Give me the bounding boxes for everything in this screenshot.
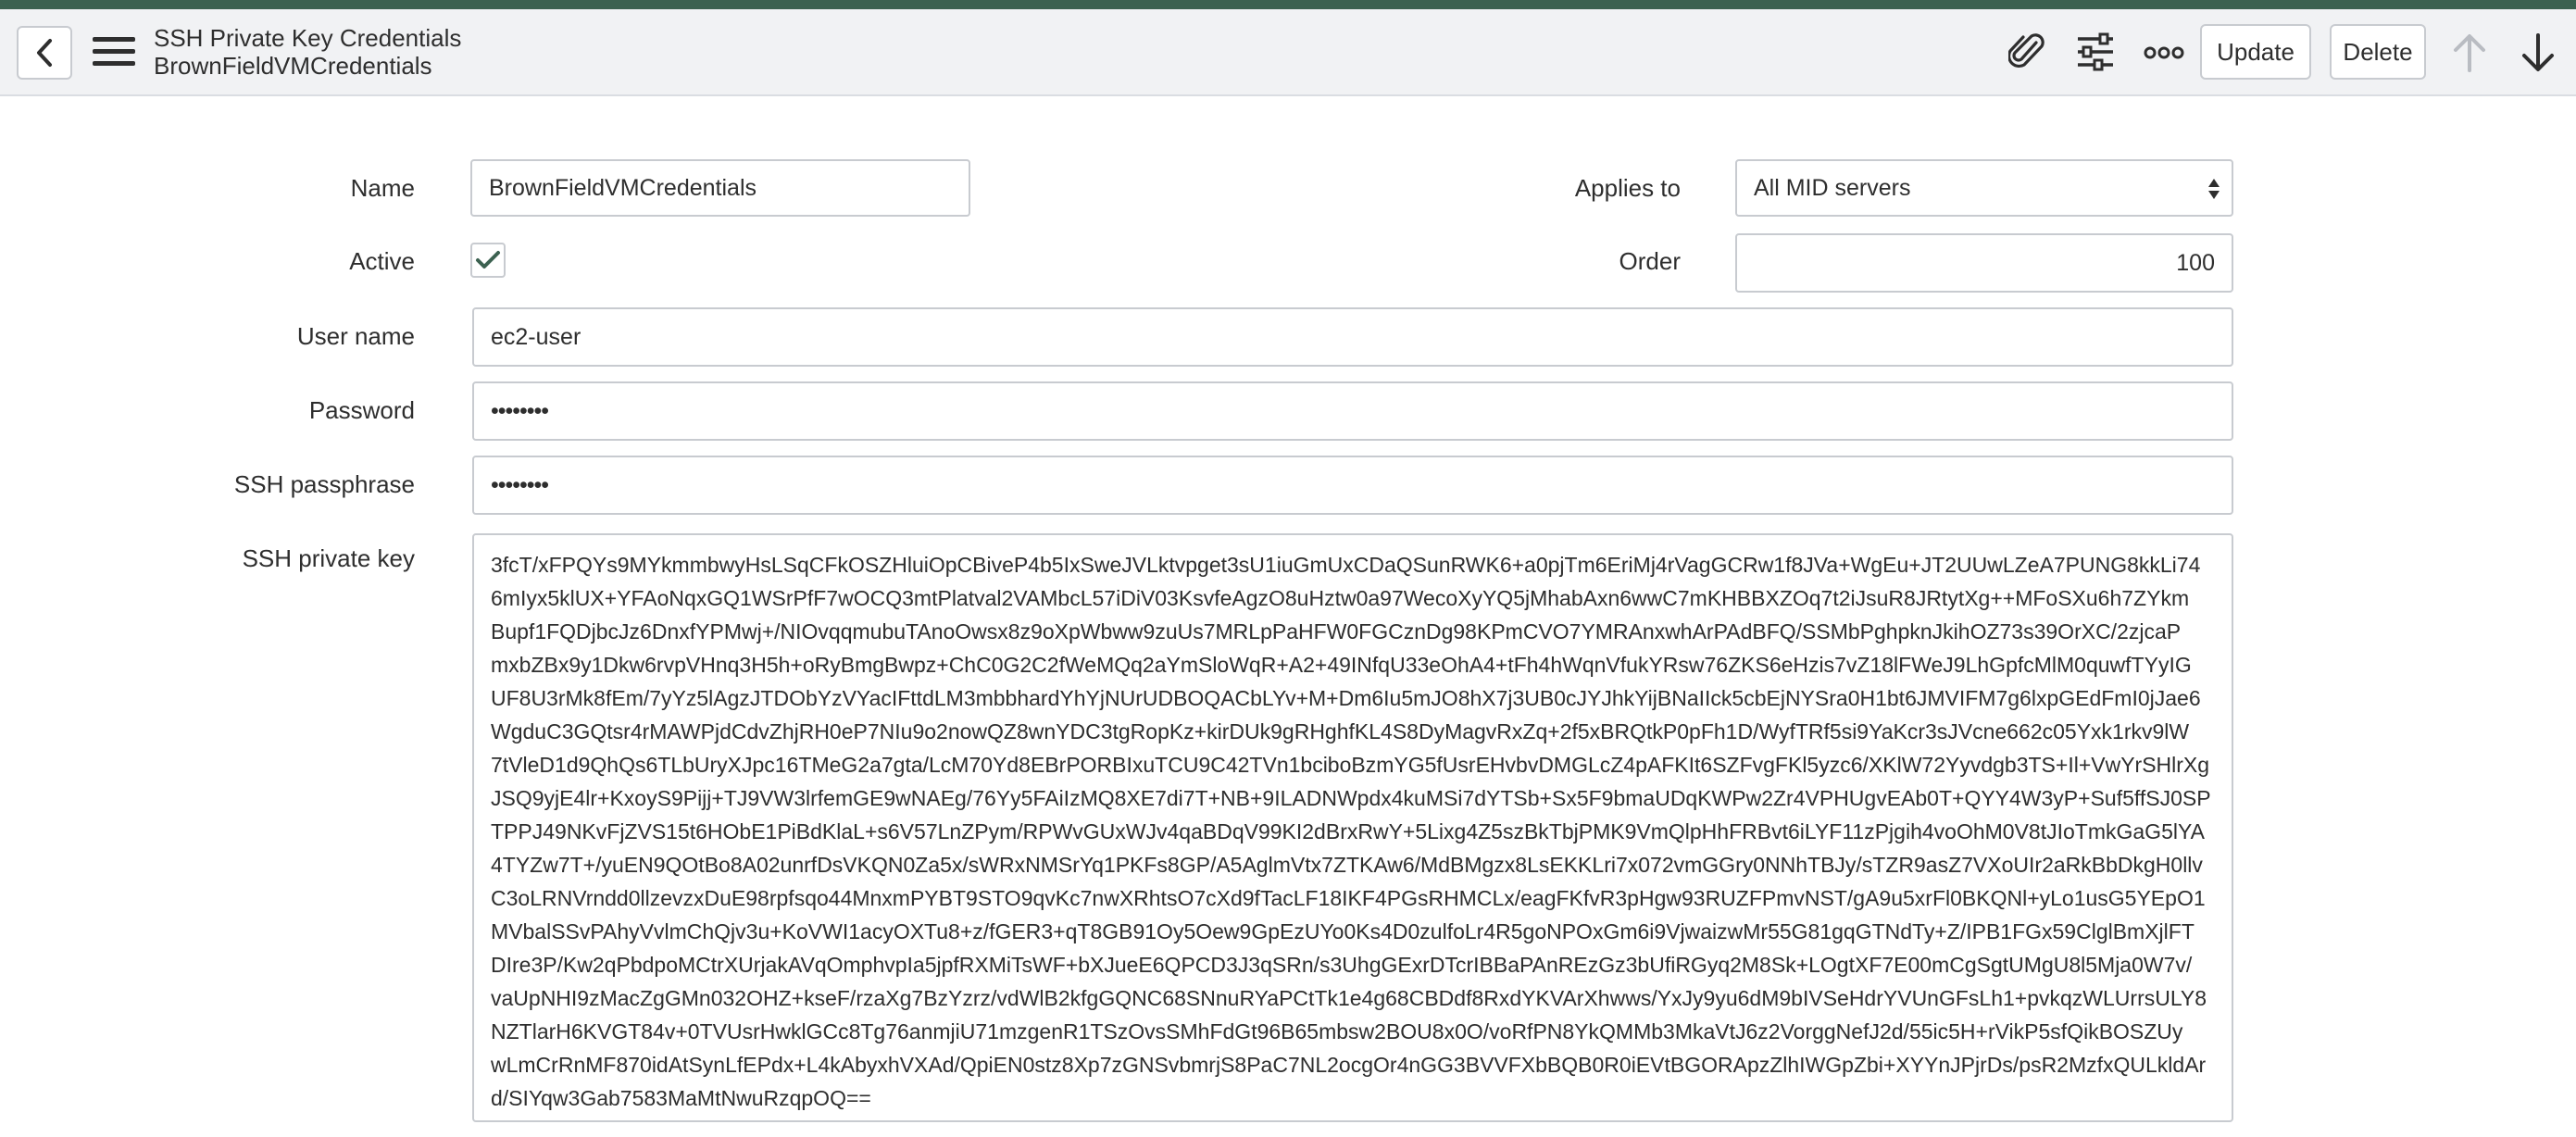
user-name-label: User name <box>296 322 415 350</box>
order-field[interactable]: 100 <box>1735 233 2233 293</box>
ssh-private-key-line: 7tVleD1d9QhQs6TLbUryXJpc16TMeG2a7gta/LcM… <box>491 753 2210 777</box>
applies-to-select[interactable]: All MID servers <box>1735 159 2233 217</box>
ssh-private-key-line: d/SIYqw3Gab7583MaMtNwuRzqpOQ== <box>491 1086 871 1110</box>
ssh-private-key-line: WgduC3GQtsr4rMAWPjdCdvZhjRH0eP7NIu9o2now… <box>491 719 2190 743</box>
ssh-private-key-line: NZTlarH6KVGT84v+0TVUsrHwklGCc8Tg76anmjiU… <box>491 1019 2183 1043</box>
active-label: Active <box>349 247 415 275</box>
ssh-passphrase-label: SSH passphrase <box>233 470 415 498</box>
order-label: Order <box>1619 247 1681 275</box>
ssh-private-key-line: TPPJ49NKvFjZVS15t6HObE1PiBdKlaL+s6V57LnZ… <box>491 819 2205 843</box>
password-field[interactable]: •••••••• <box>472 381 2233 441</box>
delete-button[interactable]: Delete <box>2330 24 2426 80</box>
top-accent-stripe <box>0 0 2576 9</box>
update-button[interactable]: Update <box>2200 24 2311 80</box>
next-record-button[interactable] <box>2519 30 2557 76</box>
hamburger-menu-icon <box>93 37 135 42</box>
applies-to-label: Applies to <box>1574 174 1681 202</box>
ssh-private-key-line: UF8U3rMk8fEm/7yYz5lAgzJTDObYzVYacIFttdLM… <box>491 686 2201 710</box>
active-checkbox[interactable] <box>470 243 506 278</box>
previous-record-button[interactable] <box>2450 30 2489 76</box>
context-menu-button[interactable] <box>93 37 135 70</box>
ssh-private-key-line: MVbalSSvPAhyVvlmChQjv3u+KoVWI1acyOXTu8+z… <box>491 919 2195 943</box>
more-options-button[interactable] <box>2143 37 2185 69</box>
name-field[interactable]: BrownFieldVMCredentials <box>470 159 970 217</box>
arrow-up-icon <box>2454 34 2485 72</box>
name-label: Name <box>350 174 415 202</box>
ssh-private-key-line: mxbZBx9y1Dkw6rvpVHnq3H5h+oRyBmgBwpz+ChC0… <box>491 653 2192 677</box>
chevron-left-icon <box>37 39 52 67</box>
ssh-passphrase-field[interactable]: •••••••• <box>472 456 2233 515</box>
password-label: Password <box>308 396 415 424</box>
ssh-private-key-line: wLmCrRnMF870idAtSynLfEPdx+L4kAbyxhVXAd/Q… <box>491 1053 2207 1077</box>
form-header: SSH Private Key Credentials BrownFieldVM… <box>0 9 2576 96</box>
ssh-private-key-line: 3fcT/xFPQYs9MYkmmbwyHsLSqCFkOSZHluiOpCBi… <box>491 553 2201 577</box>
ssh-private-key-line: 4TYZw7T+/yuEN9QOtBo8A02unrfDsVKQN0Za5x/s… <box>491 853 2203 877</box>
personalize-form-button[interactable] <box>2072 30 2119 74</box>
user-name-field[interactable]: ec2-user <box>472 307 2233 367</box>
ssh-private-key-line: vaUpNHI9zMacZgGMn032OHZ+kseF/rzaXg7BzYzr… <box>491 986 2207 1010</box>
back-button[interactable] <box>17 26 72 80</box>
ssh-private-key-line: Bupf1FQDjbcJz6DnxfYPMwj+/NIOvqqmubuTAnoO… <box>491 619 2182 643</box>
applies-to-value: All MID servers <box>1754 174 1911 201</box>
ssh-private-key-label: SSH private key <box>242 544 415 572</box>
ssh-private-key-line: DIre3P/Kw2qPbdpoMCtrXUrjakAVqOmphvpIa5jp… <box>491 953 2193 977</box>
form-title: SSH Private Key Credentials <box>154 24 462 52</box>
record-name: BrownFieldVMCredentials <box>154 52 432 80</box>
more-options-icon <box>2144 46 2184 59</box>
arrow-down-icon <box>2522 33 2554 71</box>
ssh-private-key-line: JSQ9yjE4lr+KxoyS9Pijj+TJ9VW3lrfemGE9wNAE… <box>491 786 2211 810</box>
ssh-private-key-textarea[interactable]: 3fcT/xFPQYs9MYkmmbwyHsLSqCFkOSZHluiOpCBi… <box>472 533 2233 1122</box>
checkmark-icon <box>476 251 500 269</box>
ssh-private-key-line: C3oLRNVrndd0llzevzxDuE98rpfsqo44MnxmPYBT… <box>491 886 2206 910</box>
paperclip-icon <box>2008 33 2045 69</box>
select-arrows-icon <box>2208 179 2220 199</box>
ssh-private-key-line: 6mIyx5klUX+YFAoNqxGQ1WSrPfF7wOCQ3mtPlatv… <box>491 586 2190 610</box>
attachments-button[interactable] <box>2006 30 2048 74</box>
sliders-icon <box>2078 32 2113 71</box>
